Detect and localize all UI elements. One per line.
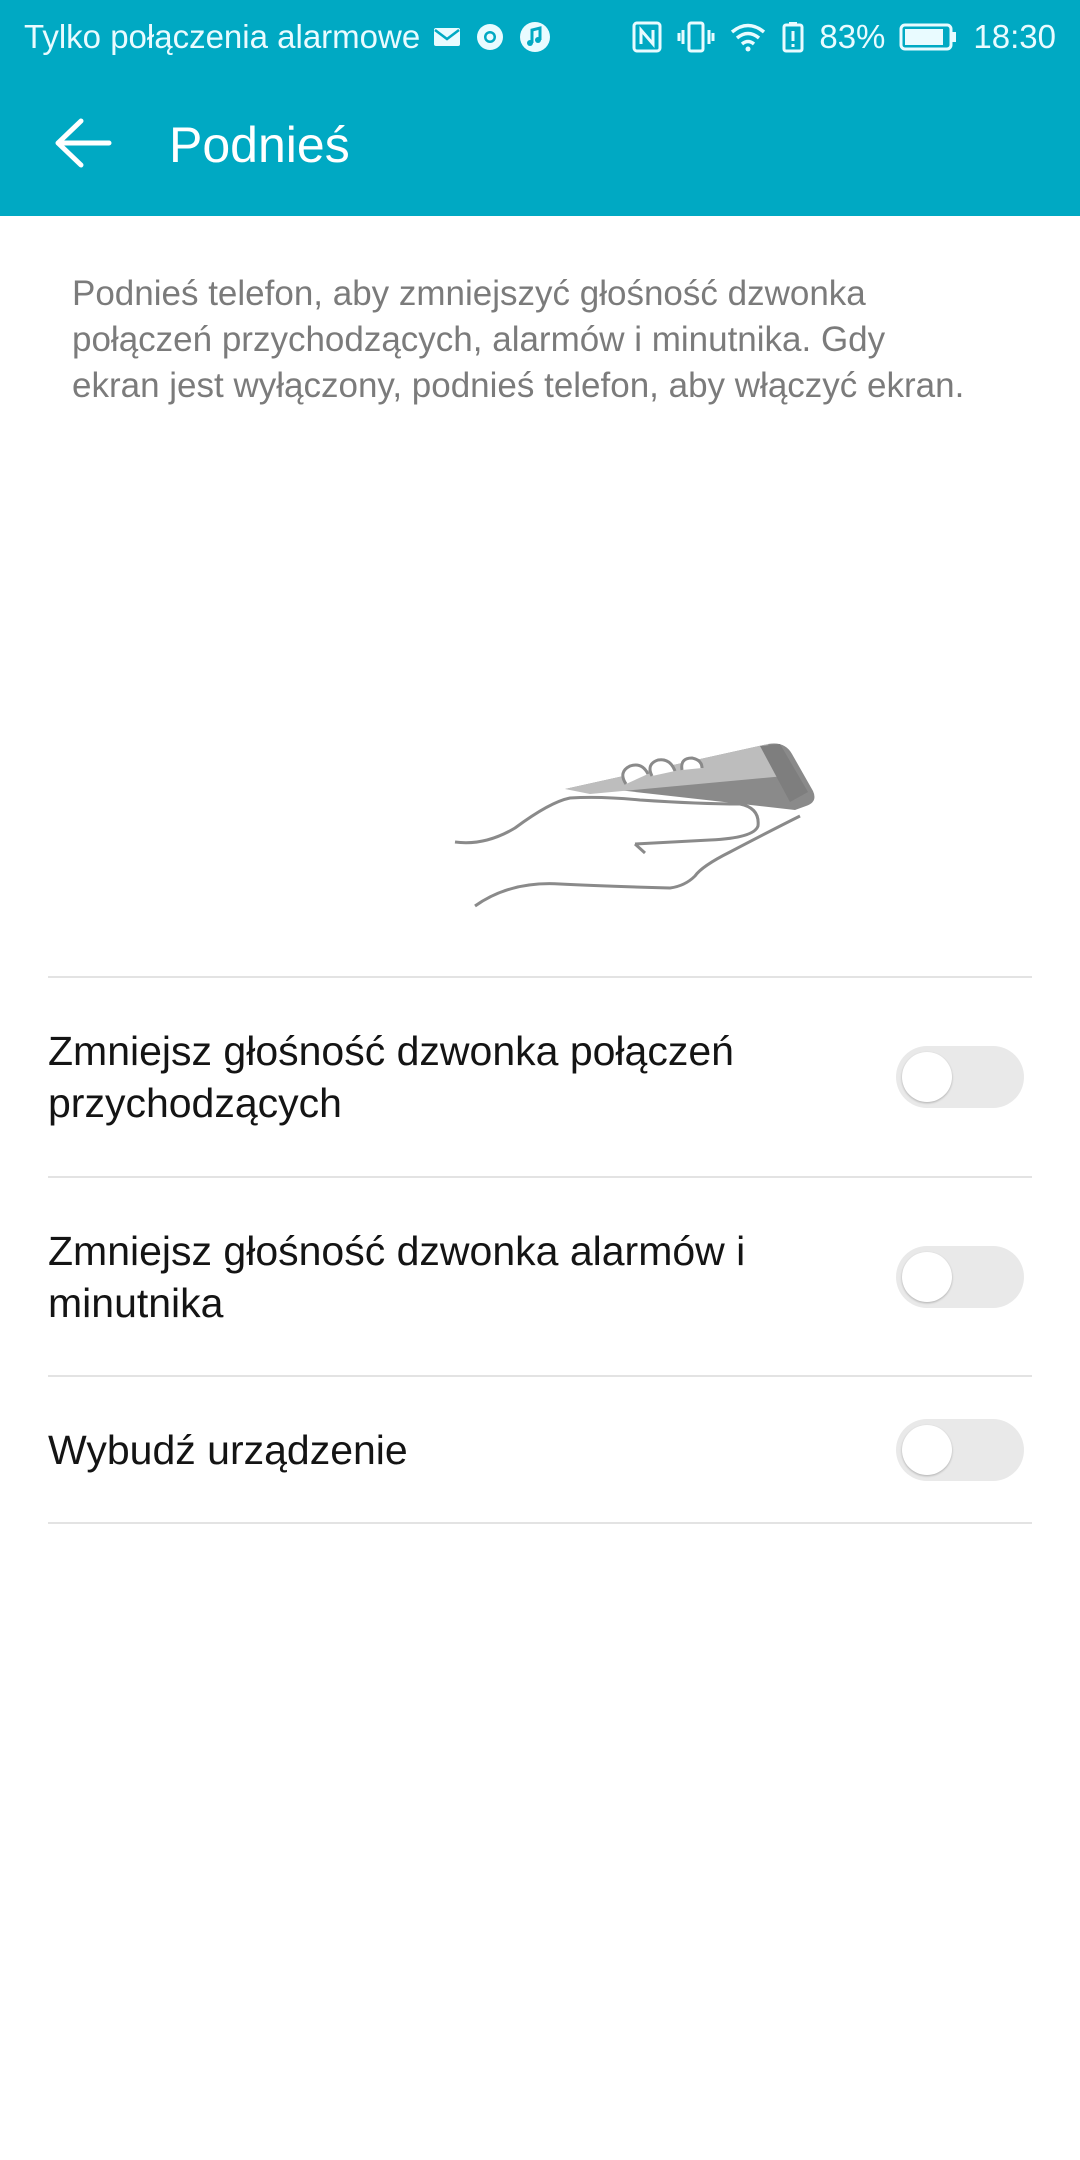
wifi-icon [729, 22, 767, 52]
battery-icon [899, 22, 959, 52]
toggle-knob [902, 1424, 952, 1475]
status-bar: Tylko połączenia alarmowe 83% 18:30 [0, 0, 1080, 74]
chrome-icon [474, 21, 506, 53]
app-bar: Podnieś [0, 74, 1080, 216]
back-arrow-icon [53, 118, 113, 173]
page-title: Podnieś [169, 117, 350, 173]
status-right: 83% 18:30 [631, 18, 1056, 56]
setting-label: Zmniejsz głośność dzwonka połączeń przyc… [48, 1028, 734, 1126]
battery-alert-icon [781, 20, 805, 54]
status-text: Tylko połączenia alarmowe [24, 18, 421, 55]
setting-row-wake-device[interactable]: Wybudź urządzenie [48, 1377, 1032, 1524]
incoming-calls-toggle[interactable] [896, 1046, 1024, 1108]
description-text: Podnieś telefon, aby zmniejszyć głośność… [72, 274, 965, 405]
hand-phone-illustration [440, 716, 840, 936]
wake-device-toggle[interactable] [896, 1418, 1024, 1481]
status-left: Tylko połączenia alarmowe [24, 18, 552, 56]
status-time: 18:30 [973, 18, 1056, 55]
music-icon [518, 20, 552, 54]
mail-icon [432, 25, 462, 49]
settings-list: Zmniejsz głośność dzwonka połączeń przyc… [48, 976, 1032, 1524]
setting-row-incoming-calls[interactable]: Zmniejsz głośność dzwonka połączeń przyc… [48, 978, 1032, 1178]
back-button[interactable] [23, 74, 143, 216]
alarms-timer-toggle[interactable] [896, 1245, 1024, 1308]
content: Podnieś telefon, aby zmniejszyć głośność… [0, 216, 1080, 1524]
vibrate-icon [677, 20, 715, 54]
setting-row-alarms-timer[interactable]: Zmniejsz głośność dzwonka alarmów i minu… [48, 1178, 1032, 1377]
nfc-icon [631, 20, 663, 54]
setting-label: Wybudź urządzenie [48, 1426, 408, 1473]
setting-label: Zmniejsz głośność dzwonka alarmów i minu… [48, 1227, 746, 1326]
toggle-knob [902, 1251, 952, 1302]
toggle-knob [902, 1052, 952, 1102]
battery-percent: 83% [819, 18, 886, 55]
